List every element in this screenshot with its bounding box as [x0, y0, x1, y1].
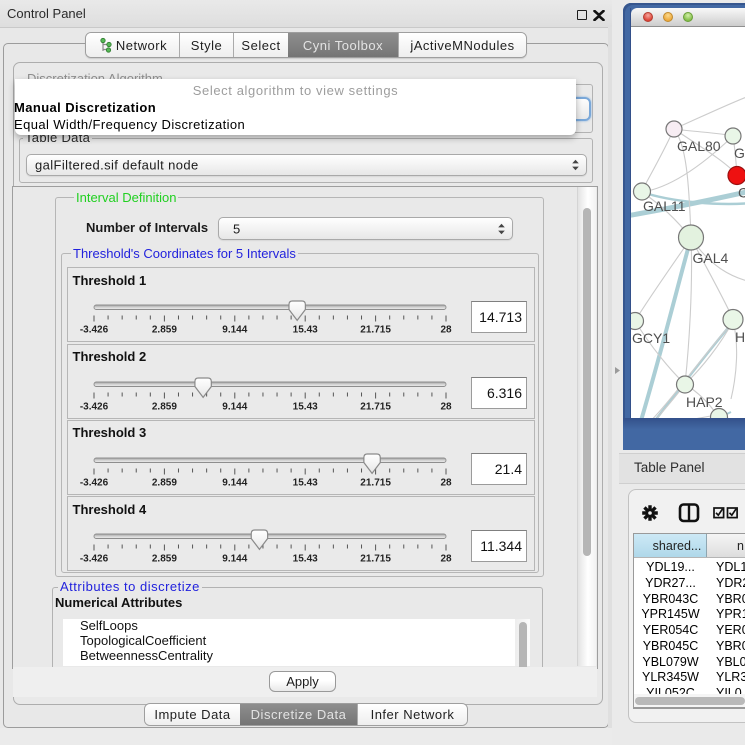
svg-text:-3.426: -3.426: [79, 554, 108, 565]
svg-text:HAP2: HAP2: [686, 394, 723, 410]
svg-text:2.859: 2.859: [151, 554, 176, 565]
svg-text:15.43: 15.43: [292, 477, 317, 488]
svg-text:28: 28: [440, 477, 452, 488]
svg-text:GA: GA: [734, 145, 745, 161]
svg-text:9.144: 9.144: [222, 554, 247, 565]
svg-text:C: C: [738, 185, 745, 201]
svg-text:-3.426: -3.426: [79, 401, 108, 412]
svg-text:9.144: 9.144: [222, 401, 247, 412]
svg-text:-3.426: -3.426: [79, 477, 108, 488]
svg-text:28: 28: [440, 401, 452, 412]
svg-text:GAL80: GAL80: [677, 138, 721, 154]
svg-text:-3.426: -3.426: [79, 325, 108, 336]
svg-text:9.144: 9.144: [222, 477, 247, 488]
svg-text:21.715: 21.715: [360, 477, 391, 488]
svg-text:21.715: 21.715: [360, 401, 391, 412]
svg-text:GAL4: GAL4: [693, 250, 729, 266]
svg-text:2.859: 2.859: [151, 401, 176, 412]
svg-text:15.43: 15.43: [292, 554, 317, 565]
svg-text:21.715: 21.715: [360, 325, 391, 336]
svg-text:28: 28: [440, 325, 452, 336]
svg-text:GCY1: GCY1: [632, 330, 670, 346]
svg-text:GAL11: GAL11: [643, 198, 686, 214]
svg-text:21.715: 21.715: [360, 554, 391, 565]
svg-text:H: H: [735, 329, 745, 345]
svg-text:15.43: 15.43: [292, 401, 317, 412]
svg-text:9.144: 9.144: [222, 325, 247, 336]
svg-text:2.859: 2.859: [151, 325, 176, 336]
svg-text:28: 28: [440, 554, 452, 565]
svg-text:2.859: 2.859: [151, 477, 176, 488]
svg-text:15.43: 15.43: [292, 325, 317, 336]
